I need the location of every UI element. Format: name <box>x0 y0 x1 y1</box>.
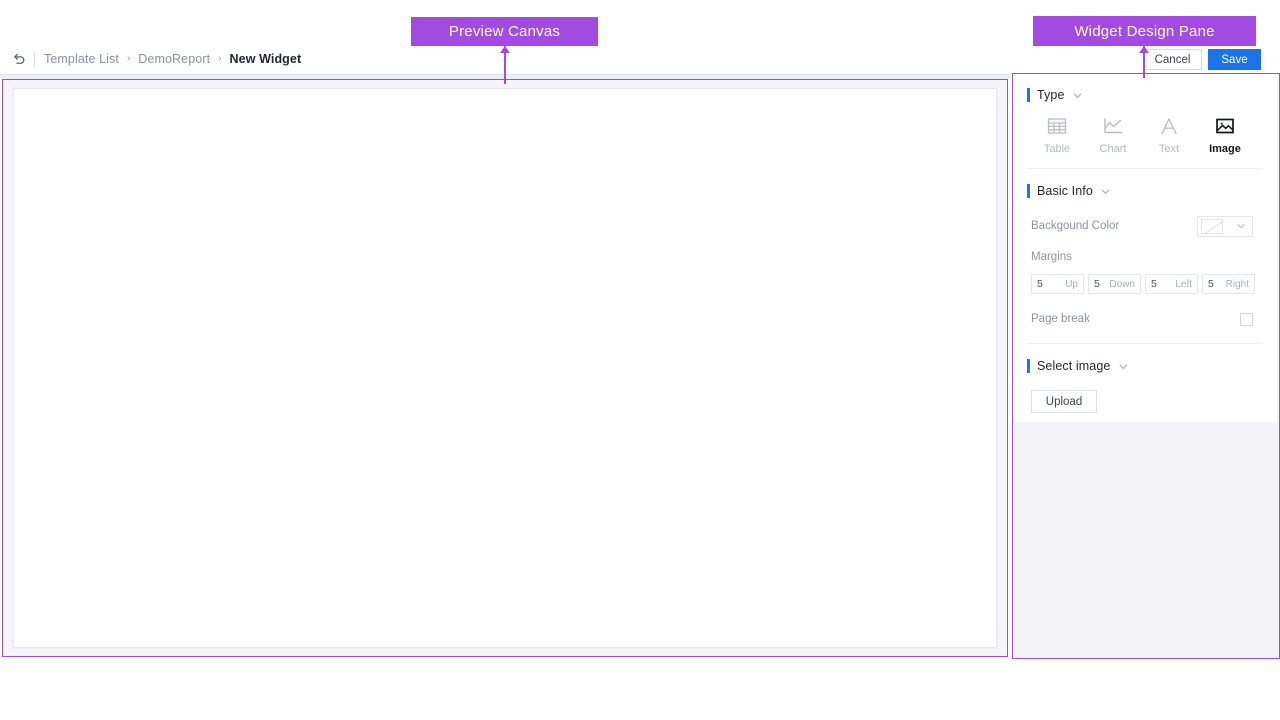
breadcrumb-item-demoreport[interactable]: DemoReport <box>138 52 210 66</box>
widget-design-pane: Type Table <box>1012 73 1280 659</box>
save-button[interactable]: Save <box>1208 49 1261 70</box>
table-icon <box>1046 115 1068 137</box>
text-a-icon <box>1158 115 1180 137</box>
type-section-header[interactable]: Type <box>1013 85 1277 105</box>
basic-info-section-header[interactable]: Basic Info <box>1013 181 1277 201</box>
chevron-down-icon[interactable] <box>1117 360 1129 372</box>
margin-right-value: 5 <box>1208 278 1214 290</box>
margins-label: Margins <box>1013 251 1277 263</box>
chevron-down-icon <box>1236 221 1246 231</box>
type-section-title: Type <box>1037 88 1065 102</box>
annotation-arrow-icon <box>500 46 510 53</box>
page-break-label: Page break <box>1031 313 1090 325</box>
preview-canvas-page[interactable] <box>13 88 997 648</box>
breadcrumb-item-new-widget: New Widget <box>230 52 302 66</box>
undo-back-icon[interactable] <box>10 50 28 68</box>
section-divider <box>1027 343 1263 344</box>
widget-type-chart[interactable]: Chart <box>1085 115 1141 155</box>
page-break-checkbox[interactable] <box>1240 313 1253 326</box>
background-color-row: Backgound Color <box>1013 215 1277 237</box>
margin-left-input[interactable]: 5 Left <box>1145 274 1198 294</box>
margin-up-input[interactable]: 5 Up <box>1031 274 1084 294</box>
widget-type-table-label: Table <box>1044 143 1070 155</box>
breadcrumb-separator: › <box>127 54 130 64</box>
widget-type-text[interactable]: Text <box>1141 115 1197 155</box>
line-chart-icon <box>1102 115 1124 137</box>
margin-up-value: 5 <box>1037 278 1043 290</box>
breadcrumb-item-template-list[interactable]: Template List <box>44 52 119 66</box>
preview-canvas-region[interactable] <box>2 79 1008 657</box>
widget-type-table[interactable]: Table <box>1029 115 1085 155</box>
breadcrumb-separator: › <box>218 54 221 64</box>
margin-down-value: 5 <box>1094 278 1100 290</box>
margin-right-input[interactable]: 5 Right <box>1202 274 1255 294</box>
margins-inputs: 5 Up 5 Down 5 Left 5 Right <box>1013 274 1277 294</box>
basic-info-section-title: Basic Info <box>1037 184 1093 198</box>
section-accent-bar <box>1027 359 1030 373</box>
margin-down-input[interactable]: 5 Down <box>1088 274 1141 294</box>
background-color-picker[interactable] <box>1197 216 1253 237</box>
annotation-arrow-icon <box>1139 46 1149 53</box>
widget-type-chart-label: Chart <box>1100 143 1127 155</box>
select-image-section-title: Select image <box>1037 359 1110 373</box>
upload-button[interactable]: Upload <box>1031 390 1097 413</box>
cancel-button[interactable]: Cancel <box>1143 49 1202 70</box>
breadcrumb-bar: Template List › DemoReport › New Widget <box>0 44 1280 74</box>
annotation-preview-canvas: Preview Canvas <box>411 17 598 46</box>
margin-up-label: Up <box>1065 279 1078 290</box>
background-color-label: Backgound Color <box>1031 220 1119 232</box>
chevron-down-icon[interactable] <box>1072 89 1084 101</box>
action-buttons: Cancel Save <box>1143 49 1261 70</box>
margin-right-label: Right <box>1226 279 1249 290</box>
app-root: Template List › DemoReport › New Widget … <box>0 0 1280 720</box>
widget-design-form: Type Table <box>1013 74 1277 422</box>
annotation-widget-design-pane: Widget Design Pane <box>1033 16 1256 46</box>
widget-type-image-label: Image <box>1209 143 1241 155</box>
margin-down-label: Down <box>1109 279 1135 290</box>
page-break-row: Page break <box>1013 308 1277 330</box>
section-accent-bar <box>1027 88 1030 102</box>
section-accent-bar <box>1027 184 1030 198</box>
select-image-section-header[interactable]: Select image <box>1013 356 1277 376</box>
widget-type-text-label: Text <box>1159 143 1179 155</box>
widget-type-image[interactable]: Image <box>1197 115 1253 155</box>
margin-left-label: Left <box>1175 279 1192 290</box>
chevron-down-icon[interactable] <box>1100 185 1112 197</box>
widget-type-options: Table Chart <box>1013 115 1277 155</box>
margin-left-value: 5 <box>1151 278 1157 290</box>
breadcrumb-divider <box>34 52 35 67</box>
image-icon <box>1214 115 1236 137</box>
color-swatch-preview <box>1201 219 1223 234</box>
section-divider <box>1027 168 1263 169</box>
